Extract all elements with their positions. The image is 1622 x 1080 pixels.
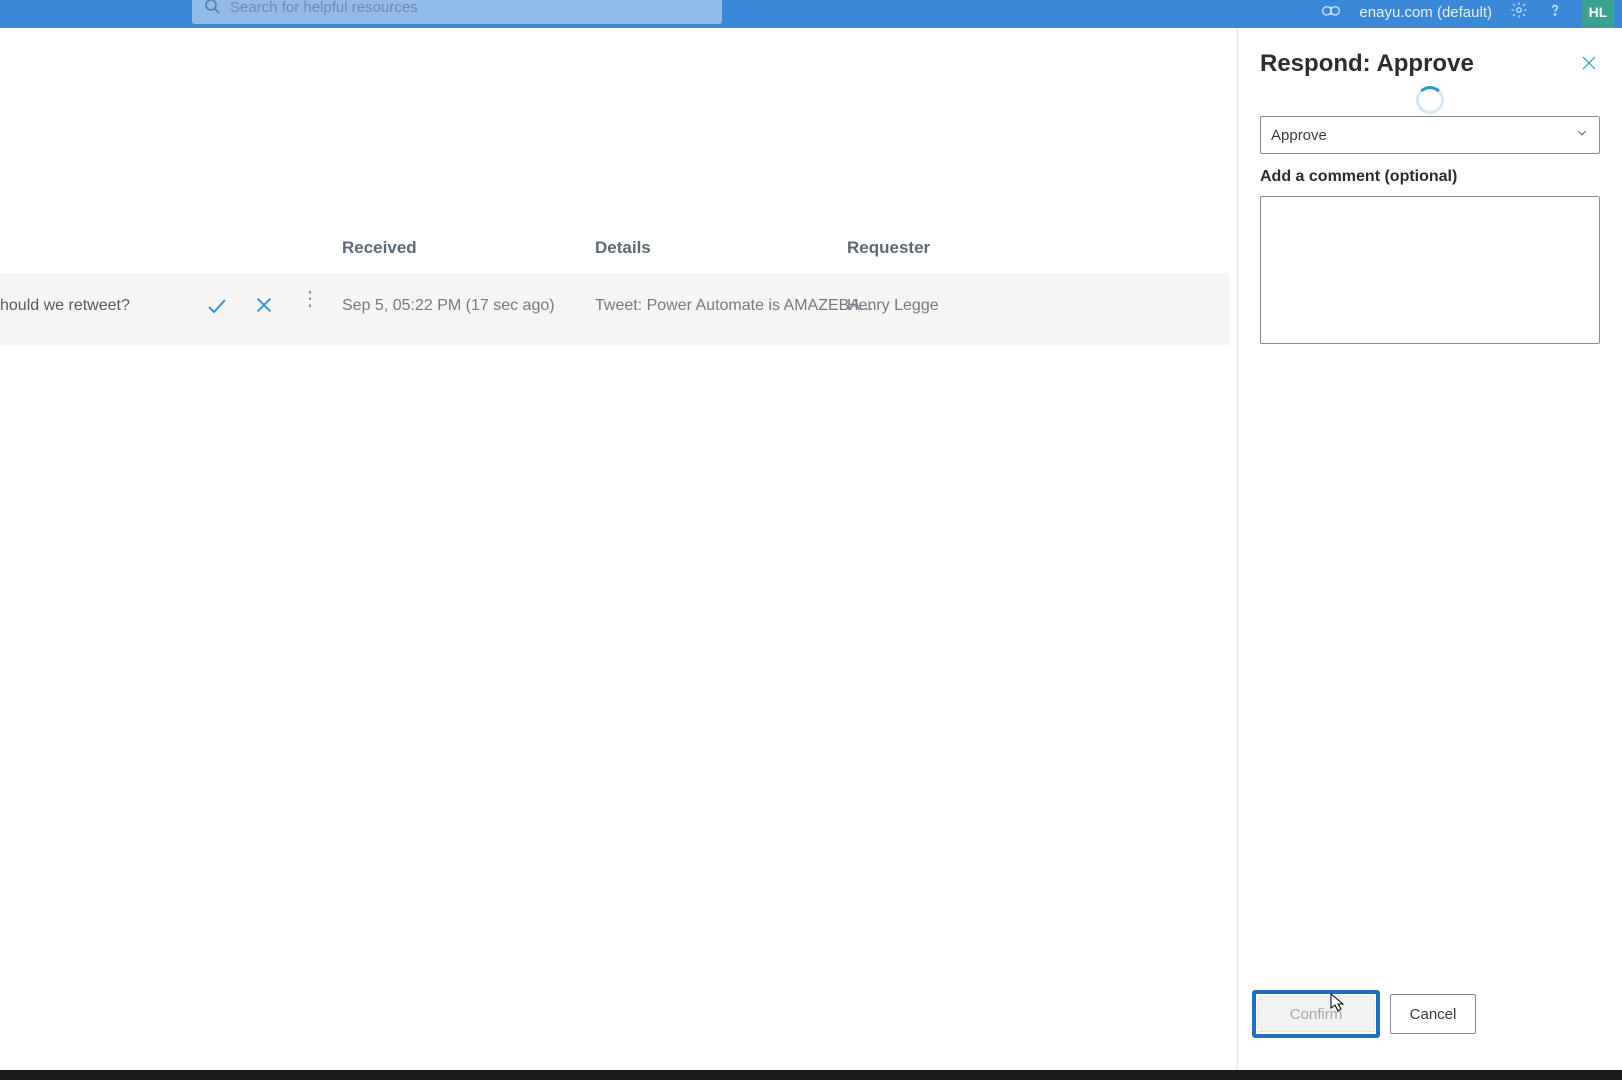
x-icon[interactable] <box>253 294 275 321</box>
close-icon[interactable] <box>1580 54 1598 77</box>
row-title: hould we retweet? <box>0 297 130 315</box>
row-received: Sep 5, 05:22 PM (17 sec ago) <box>342 297 555 315</box>
search-input[interactable]: Search for helpful resources <box>192 0 722 24</box>
help-icon[interactable] <box>1546 1 1564 24</box>
comment-label: Add a comment (optional) <box>1260 168 1600 186</box>
top-header: Search for helpful resources enayu.com (… <box>0 0 1622 28</box>
confirm-button-highlight: Confirm <box>1252 990 1380 1038</box>
content-area: Received Details Requester hould we retw… <box>0 28 1230 1070</box>
avatar-initials: HL <box>1589 4 1608 20</box>
chevron-down-icon <box>1575 126 1589 145</box>
header-right: enayu.com (default) HL <box>1321 0 1614 28</box>
tenant-label: enayu.com (default) <box>1359 4 1492 21</box>
environment-icon[interactable] <box>1321 2 1341 23</box>
more-icon[interactable]: ⋮ <box>300 289 320 309</box>
table-row[interactable]: hould we retweet? ⋮ Sep 5, 05:22 PM (17 … <box>0 273 1230 345</box>
confirm-button[interactable]: Confirm <box>1258 996 1374 1032</box>
decision-value: Approve <box>1271 127 1327 144</box>
row-requester: Henry Legge <box>847 297 939 315</box>
search-icon <box>204 0 220 19</box>
search-placeholder: Search for helpful resources <box>230 0 418 24</box>
comment-input[interactable] <box>1260 196 1600 344</box>
respond-panel: Respond: Approve Approve Add a comment (… <box>1237 28 1622 1070</box>
cancel-button[interactable]: Cancel <box>1390 994 1476 1034</box>
check-icon[interactable] <box>205 294 229 323</box>
avatar[interactable]: HL <box>1582 0 1614 28</box>
panel-title: Respond: Approve <box>1260 50 1600 78</box>
col-requester[interactable]: Requester <box>847 238 930 258</box>
gear-icon[interactable] <box>1510 1 1528 24</box>
row-details: Tweet: Power Automate is AMAZEBA... <box>595 297 873 315</box>
panel-footer: Confirm Cancel <box>1252 990 1608 1038</box>
decision-select[interactable]: Approve <box>1260 116 1600 154</box>
col-details[interactable]: Details <box>595 238 651 258</box>
taskbar <box>0 1070 1622 1080</box>
table-header: Received Details Requester <box>0 223 1230 273</box>
loading-spinner-icon <box>1416 86 1444 114</box>
col-received[interactable]: Received <box>342 238 417 258</box>
